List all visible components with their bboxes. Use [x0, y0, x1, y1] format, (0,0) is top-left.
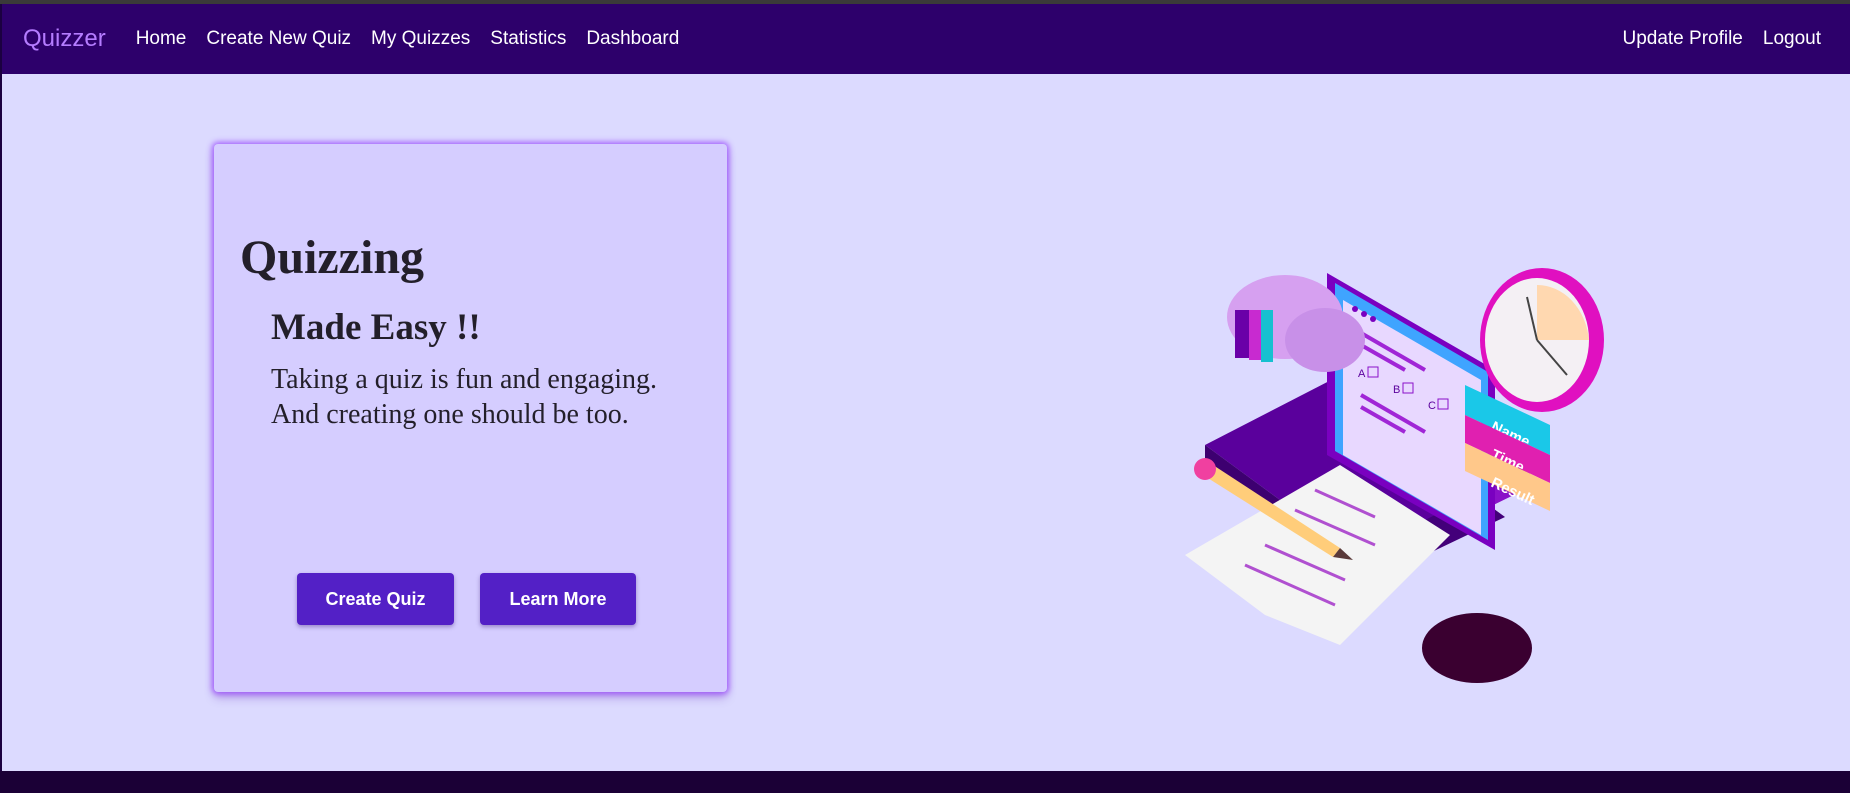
learn-more-button[interactable]: Learn More [480, 573, 636, 625]
nav-create-new-quiz[interactable]: Create New Quiz [206, 28, 351, 50]
nav-right-group: Update Profile Logout [1602, 4, 1821, 74]
hero-card: Quizzing Made Easy !! Taking a quiz is f… [214, 144, 727, 692]
top-navbar: Quizzer Home Create New Quiz My Quizzes … [0, 4, 1850, 74]
screen-option-a: A [1358, 368, 1366, 380]
nav-my-quizzes[interactable]: My Quizzes [371, 28, 470, 50]
window-left-edge [0, 74, 2, 771]
books-icon [1235, 310, 1249, 358]
create-quiz-button[interactable]: Create Quiz [297, 573, 454, 625]
nav-update-profile[interactable]: Update Profile [1622, 28, 1742, 50]
shadow-shape [1422, 613, 1532, 683]
hero-description-line-2: And creating one should be too. [271, 399, 629, 430]
nav-logout[interactable]: Logout [1763, 28, 1821, 50]
screen-option-c: C [1428, 400, 1436, 412]
hero-description-line-1: Taking a quiz is fun and engaging. [271, 364, 658, 395]
quiz-laptop-illustration: A B C Name Time Result [1185, 268, 1604, 683]
brand-logo[interactable]: Quizzer [23, 25, 106, 53]
nav-statistics[interactable]: Statistics [490, 28, 566, 50]
footer-bar [0, 771, 1850, 793]
hero-subtitle: Made Easy !! [271, 307, 481, 348]
hero-description: Taking a quiz is fun and engaging. And c… [271, 362, 657, 432]
hero-title: Quizzing [240, 231, 425, 284]
screen-option-b: B [1393, 384, 1400, 396]
nav-dashboard[interactable]: Dashboard [586, 28, 679, 50]
nav-home[interactable]: Home [136, 28, 187, 50]
